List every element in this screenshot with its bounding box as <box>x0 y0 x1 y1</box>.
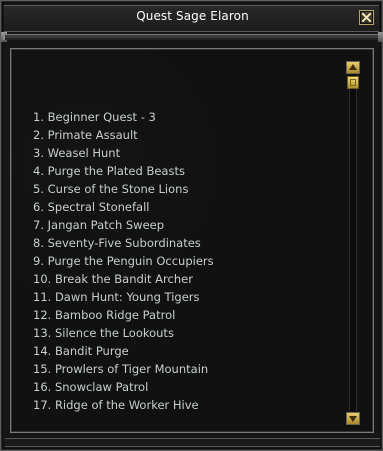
quest-item[interactable]: 1. Beginner Quest - 3 <box>33 108 214 126</box>
close-x-icon <box>361 12 372 23</box>
vertical-scrollbar[interactable] <box>346 59 362 427</box>
frame-bottom-bar <box>5 438 380 447</box>
quest-item[interactable]: 10. Break the Bandit Archer <box>33 270 214 288</box>
quest-list: 1. Beginner Quest - 3 2. Primate Assault… <box>33 108 214 414</box>
frame-rail <box>3 34 380 40</box>
quest-item[interactable]: 5. Curse of the Stone Lions <box>33 180 214 198</box>
quest-window: Quest Sage Elaron 1. Beginner Quest - 3 … <box>0 0 383 451</box>
quest-item[interactable]: 16. Snowclaw Patrol <box>33 378 214 396</box>
window-title: Quest Sage Elaron <box>136 9 249 23</box>
scroll-up-button[interactable] <box>346 61 360 74</box>
quest-item[interactable]: 11. Dawn Hunt: Young Tigers <box>33 288 214 306</box>
quest-item[interactable]: 15. Prowlers of Tiger Mountain <box>33 360 214 378</box>
arrow-up-icon <box>349 64 357 70</box>
quest-item[interactable]: 13. Silence the Lookouts <box>33 324 214 342</box>
quest-item[interactable]: 12. Bamboo Ridge Patrol <box>33 306 214 324</box>
quest-item[interactable]: 17. Ridge of the Worker Hive <box>33 396 214 414</box>
quest-item[interactable]: 9. Purge the Penguin Occupiers <box>33 252 214 270</box>
quest-item[interactable]: 8. Seventy-Five Subordinates <box>33 234 214 252</box>
scroll-track[interactable] <box>349 75 357 411</box>
frame-rail-cap-right <box>378 32 383 42</box>
scroll-down-button[interactable] <box>346 412 360 425</box>
quest-item[interactable]: 4. Purge the Plated Beasts <box>33 162 214 180</box>
quest-item[interactable]: 2. Primate Assault <box>33 126 214 144</box>
quest-item[interactable]: 6. Spectral Stonefall <box>33 198 214 216</box>
quest-item[interactable]: 14. Bandit Purge <box>33 342 214 360</box>
quest-item[interactable]: 3. Weasel Hunt <box>33 144 214 162</box>
arrow-down-icon <box>349 416 357 422</box>
quest-item[interactable]: 7. Jangan Patch Sweep <box>33 216 214 234</box>
scroll-thumb[interactable] <box>347 76 359 89</box>
close-button[interactable] <box>359 10 374 25</box>
